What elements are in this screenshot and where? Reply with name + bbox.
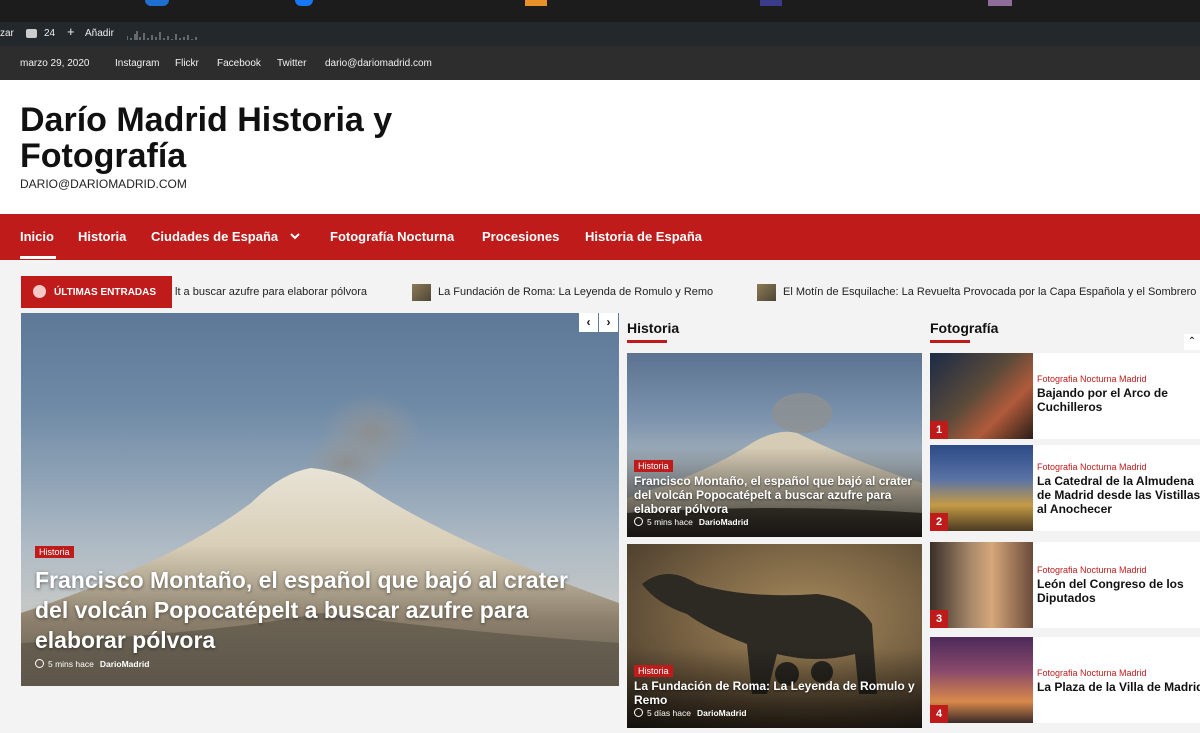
category-badge[interactable]: Historia <box>35 546 74 558</box>
slider-prev-button[interactable]: ‹ <box>579 313 598 332</box>
nav-item-historia[interactable]: Historia <box>78 230 126 244</box>
slider-next-button[interactable]: › <box>599 313 618 332</box>
category-badge[interactable]: Historia <box>634 665 673 677</box>
fotografia-section-title: Fotografía <box>930 320 999 336</box>
fotografia-list-item[interactable]: 2 Fotografia Nocturna Madrid La Catedral… <box>930 445 1200 531</box>
bookmark-icon[interactable] <box>988 0 1012 6</box>
ticker-thumbnail[interactable] <box>757 284 776 301</box>
clock-icon <box>634 517 643 526</box>
rank-number: 4 <box>930 705 948 723</box>
section-underline <box>930 340 970 343</box>
twitter-link[interactable]: Twitter <box>277 58 306 70</box>
photo-category[interactable]: Fotografia Nocturna Madrid <box>1037 668 1147 678</box>
email-link[interactable]: dario@dariomadrid.com <box>325 58 432 70</box>
nav-item-ciudades[interactable]: Ciudades de España <box>151 230 278 244</box>
historia-section-title: Historia <box>627 320 680 336</box>
latest-posts-label-text: ÚLTIMAS ENTRADAS <box>54 287 157 298</box>
clock-icon <box>35 659 44 668</box>
post-author[interactable]: DarioMadrid <box>697 708 747 718</box>
bookmark-icon[interactable] <box>525 0 547 6</box>
facebook-link[interactable]: Facebook <box>217 58 261 70</box>
post-author[interactable]: DarioMadrid <box>699 517 749 527</box>
comment-icon[interactable] <box>26 29 37 38</box>
historia-post-meta: 5 mins hace DarioMadrid <box>634 517 748 527</box>
bookmark-icon[interactable] <box>760 0 782 6</box>
historia-post-title[interactable]: Francisco Montaño, el español que bajó a… <box>634 474 919 516</box>
plus-icon[interactable]: + <box>67 25 75 38</box>
chevron-up-icon[interactable]: ⌃ <box>1184 334 1200 350</box>
chevron-down-icon[interactable] <box>290 230 300 244</box>
nav-item-procesiones[interactable]: Procesiones <box>482 230 559 244</box>
admin-bar-left-text[interactable]: zar <box>0 28 14 40</box>
browser-bookmarks-strip <box>0 0 1200 22</box>
nav-item-historia-espana[interactable]: Historia de España <box>585 230 702 244</box>
section-underline <box>627 340 667 343</box>
nav-item-inicio[interactable]: Inicio <box>20 230 54 244</box>
fotografia-list-item[interactable]: 1 Fotografia Nocturna Madrid Bajando por… <box>930 353 1200 439</box>
photo-category[interactable]: Fotografia Nocturna Madrid <box>1037 565 1147 575</box>
top-bar: marzo 29, 2020 Instagram Flickr Facebook… <box>0 46 1200 80</box>
ticker-thumbnail[interactable] <box>412 284 431 301</box>
nav-item-fotografia-nocturna[interactable]: Fotografía Nocturna <box>330 230 454 244</box>
active-nav-indicator <box>20 256 56 259</box>
site-tagline: DARIO@DARIOMADRID.COM <box>20 177 187 191</box>
photo-title[interactable]: Bajando por el Arco de Cuchilleros <box>1037 386 1200 414</box>
ticker-item[interactable]: El Motín de Esquilache: La Revuelta Prov… <box>783 286 1196 298</box>
facebook-icon[interactable] <box>295 0 313 6</box>
live-dot-icon <box>33 285 46 298</box>
stats-sparkline-icon[interactable] <box>126 28 199 40</box>
featured-post-title[interactable]: Francisco Montaño, el español que bajó a… <box>35 565 595 655</box>
category-badge[interactable]: Historia <box>634 460 673 472</box>
slider-navigation: ‹ › <box>579 313 619 332</box>
post-author[interactable]: DarioMadrid <box>100 659 150 669</box>
historia-post-title[interactable]: La Fundación de Roma: La Leyenda de Romu… <box>634 679 919 707</box>
admin-bar: zar 24 + Añadir <box>0 22 1200 46</box>
fotografia-list-item[interactable]: 3 Fotografia Nocturna Madrid León del Co… <box>930 542 1200 628</box>
add-new-link[interactable]: Añadir <box>85 28 114 40</box>
post-time: 5 días hace <box>647 708 691 718</box>
news-ticker: lt a buscar azufre para elaborar pólvora… <box>172 276 1200 308</box>
bookmark-icon[interactable] <box>145 0 169 6</box>
current-date: marzo 29, 2020 <box>20 58 90 69</box>
ticker-item[interactable]: lt a buscar azufre para elaborar pólvora <box>175 286 367 298</box>
photo-title[interactable]: La Catedral de la Almudena de Madrid des… <box>1037 474 1200 516</box>
clock-icon <box>634 708 643 717</box>
instagram-link[interactable]: Instagram <box>115 58 159 70</box>
rank-number: 3 <box>930 610 948 628</box>
post-time: 5 mins hace <box>48 659 94 669</box>
featured-post-meta: 5 mins hace DarioMadrid <box>35 659 149 669</box>
photo-category[interactable]: Fotografia Nocturna Madrid <box>1037 462 1147 472</box>
main-navigation: Inicio Historia Ciudades de España Fotog… <box>0 214 1200 260</box>
photo-category[interactable]: Fotografia Nocturna Madrid <box>1037 374 1147 384</box>
photo-title[interactable]: La Plaza de la Villa de Madrid <box>1037 680 1200 694</box>
historia-post-meta: 5 días hace DarioMadrid <box>634 708 747 718</box>
site-title[interactable]: Darío Madrid Historia y Fotografía <box>20 102 420 174</box>
rank-number: 1 <box>930 421 948 439</box>
rank-number: 2 <box>930 513 948 531</box>
ticker-item[interactable]: La Fundación de Roma: La Leyenda de Romu… <box>438 286 713 298</box>
photo-title[interactable]: León del Congreso de los Diputados <box>1037 577 1200 605</box>
latest-posts-label: ÚLTIMAS ENTRADAS <box>21 276 172 308</box>
post-time: 5 mins hace <box>647 517 693 527</box>
comments-count[interactable]: 24 <box>44 28 55 40</box>
fotografia-list-item[interactable]: 4 Fotografia Nocturna Madrid La Plaza de… <box>930 637 1200 723</box>
site-header: Darío Madrid Historia y Fotografía DARIO… <box>0 80 1200 214</box>
flickr-link[interactable]: Flickr <box>175 58 199 70</box>
